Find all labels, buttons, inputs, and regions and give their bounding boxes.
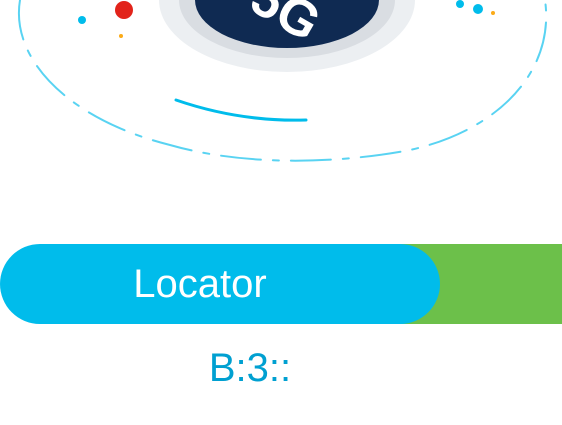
orbit-solid-arc xyxy=(174,98,308,122)
blue-dot-icon xyxy=(456,0,464,8)
blue-dot-icon xyxy=(78,16,86,24)
locator-bar: Locator xyxy=(0,244,562,324)
5g-badge: 5G xyxy=(159,0,415,72)
red-dot-icon xyxy=(115,1,133,19)
orange-dot-icon xyxy=(119,34,123,38)
locator-label-pill: Locator xyxy=(0,244,440,324)
blue-dot-icon xyxy=(473,4,483,14)
network-orbit-graphic: 5G xyxy=(17,0,548,162)
locator-value: B:3:: xyxy=(208,346,292,390)
locator-label: Locator xyxy=(133,262,267,306)
orange-dot-icon xyxy=(491,11,495,15)
